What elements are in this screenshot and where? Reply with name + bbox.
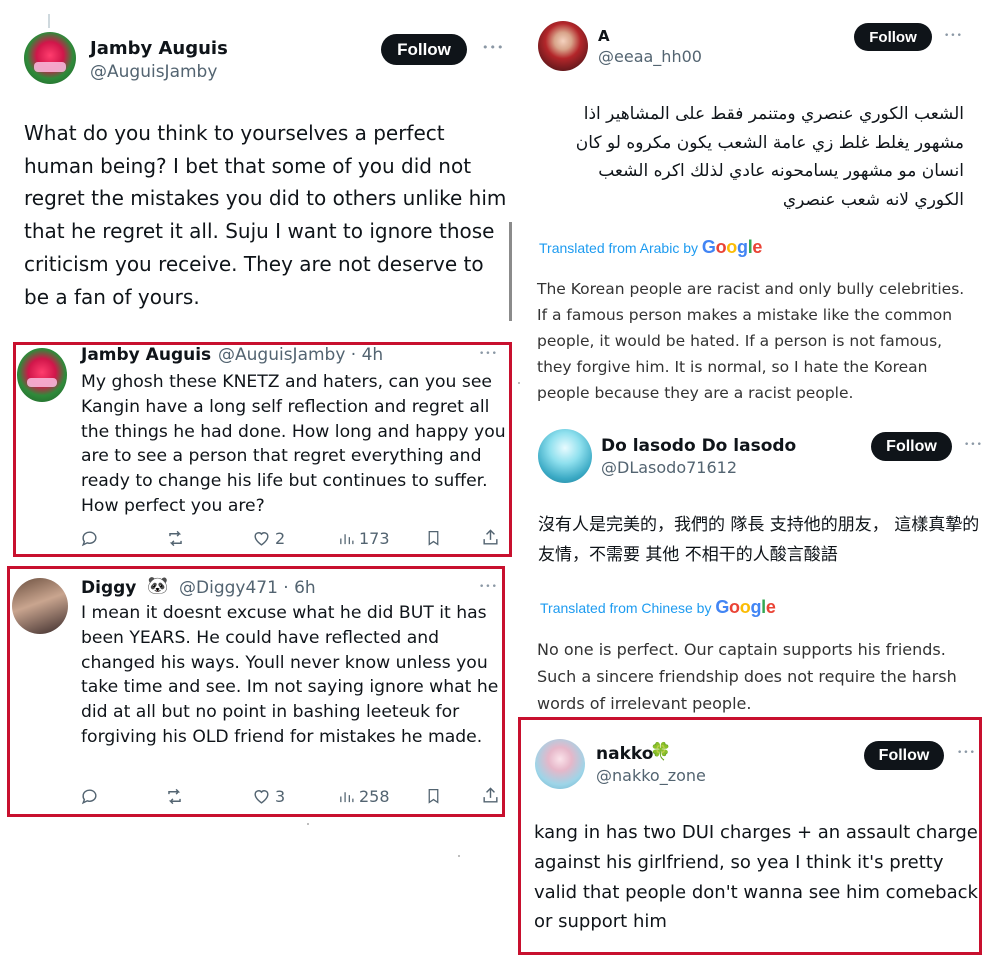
author-name[interactable]: Do lasodo Do lasodo <box>601 436 796 456</box>
dust-speck <box>307 823 309 825</box>
thread-line <box>48 14 50 28</box>
author-name[interactable]: A <box>598 27 610 45</box>
more-options-icon[interactable]: ••• <box>964 441 983 450</box>
bookmark-action[interactable] <box>425 528 442 548</box>
like-action[interactable]: 3 <box>252 787 285 806</box>
avatar[interactable] <box>538 21 588 71</box>
reply-action[interactable] <box>80 529 103 548</box>
clover-badge-icon: 🍀 <box>650 742 672 762</box>
author-name[interactable]: Diggy <box>81 578 136 598</box>
share-icon <box>483 529 498 545</box>
share-action[interactable] <box>481 528 500 547</box>
reply-icon <box>81 531 97 547</box>
like-count: 2 <box>275 529 286 548</box>
google-logo: Google <box>701 237 763 257</box>
heart-icon <box>254 532 269 546</box>
more-options-icon[interactable]: ••• <box>479 350 498 359</box>
avatar[interactable] <box>24 32 76 84</box>
translated-label: Translated from Arabic by <box>539 240 698 256</box>
author-handle[interactable]: @AuguisJamby <box>90 62 217 82</box>
retweet-action[interactable] <box>165 529 186 548</box>
bookmark-icon <box>428 788 439 804</box>
author-handle[interactable]: @nakko_zone <box>596 766 706 785</box>
author-handle[interactable]: @DLasodo71612 <box>601 458 737 477</box>
retweet-icon <box>169 530 182 547</box>
scrollbar[interactable] <box>509 222 512 321</box>
avatar[interactable] <box>17 348 67 402</box>
author-handle-time[interactable]: @AuguisJamby · 4h <box>218 345 383 365</box>
like-action[interactable]: 2 <box>252 529 285 548</box>
more-options-icon[interactable]: ••• <box>479 583 498 592</box>
translated-text: No one is perfect. Our captain supports … <box>537 640 957 713</box>
reply-action[interactable] <box>80 787 99 806</box>
avatar[interactable] <box>12 578 68 634</box>
like-count: 3 <box>275 787 286 806</box>
view-count: 173 <box>359 529 390 548</box>
author-handle[interactable]: @eeaa_hh00 <box>598 47 702 66</box>
bookmark-icon <box>428 530 439 546</box>
author-name[interactable]: nakko <box>596 744 653 764</box>
translated-text: The Korean people are racist and only bu… <box>537 280 965 402</box>
bookmark-action[interactable] <box>425 786 442 806</box>
follow-button[interactable]: Follow <box>864 741 944 770</box>
google-logo: Google <box>715 597 776 617</box>
tweet-text: What do you think to yourselves a perfec… <box>24 121 507 309</box>
tweet-text-arabic: الشعب الكوري عنصري ومتنمر فقط على المشاه… <box>575 104 964 210</box>
more-options-icon[interactable]: ••• <box>944 32 963 41</box>
views-chart-icon <box>340 792 354 803</box>
avatar[interactable] <box>538 429 592 483</box>
author-name[interactable]: Jamby Auguis <box>81 345 211 365</box>
tweet-text: I mean it doesnt excuse what he did BUT … <box>81 603 499 747</box>
translated-from-link[interactable]: Translated from Chinese by Google <box>540 597 776 618</box>
translated-label: Translated from Chinese by <box>540 600 712 616</box>
panda-badge-icon: 🐼 <box>147 576 169 596</box>
tweet-text: kang in has two DUI charges + an assault… <box>534 822 978 933</box>
tweet-text-chinese: 沒有人是完美的，我們的 隊長 支持他的朋友， 這樣真摯的友情，不需要 其他 不相… <box>538 515 980 565</box>
views-action[interactable]: 258 <box>338 787 390 806</box>
more-options-icon[interactable]: ••• <box>482 42 504 53</box>
author-handle-time[interactable]: @Diggy471 · 6h <box>179 578 316 598</box>
follow-button[interactable]: Follow <box>381 34 467 65</box>
reply-icon <box>81 789 97 805</box>
more-options-icon[interactable]: ••• <box>957 749 976 758</box>
heart-icon <box>254 790 269 804</box>
avatar[interactable] <box>535 739 585 789</box>
tweet-text: My ghosh these KNETZ and haters, can you… <box>81 372 506 516</box>
views-action[interactable]: 173 <box>338 529 390 548</box>
views-chart-icon <box>340 534 354 545</box>
retweet-icon <box>168 788 181 805</box>
follow-button[interactable]: Follow <box>854 23 932 51</box>
share-action[interactable] <box>481 786 500 805</box>
dust-speck <box>518 382 520 384</box>
translated-from-link[interactable]: Translated from Arabic by Google <box>539 237 762 258</box>
author-name[interactable]: Jamby Auguis <box>90 38 228 59</box>
view-count: 258 <box>359 787 390 806</box>
dust-speck <box>458 855 460 857</box>
retweet-action[interactable] <box>164 787 185 806</box>
follow-button[interactable]: Follow <box>871 432 952 461</box>
share-icon <box>483 787 498 803</box>
